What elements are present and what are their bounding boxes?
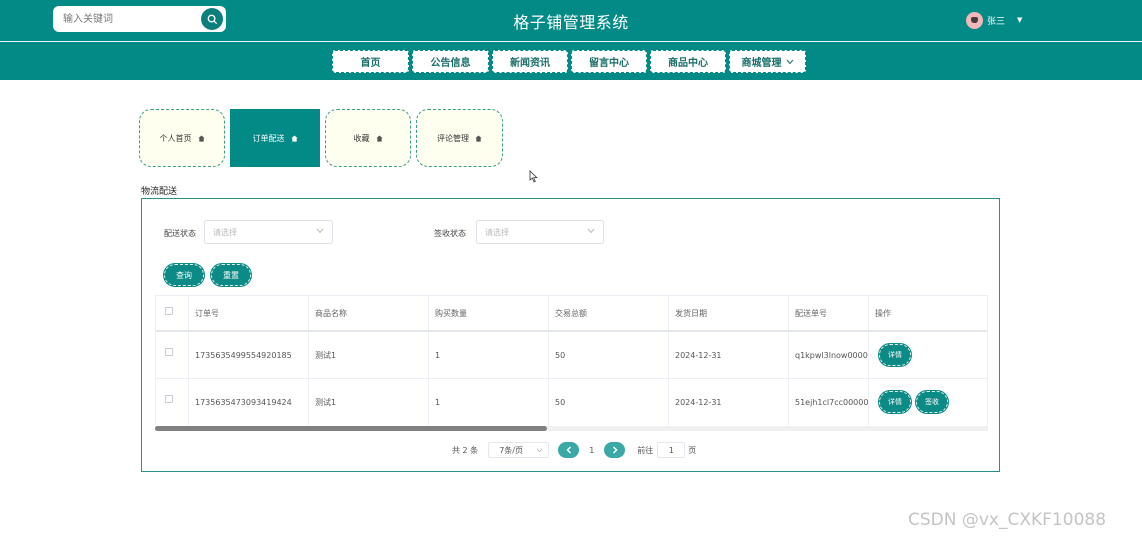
chevron-left-icon [566,446,571,454]
tab-label: 评论管理 [437,133,469,143]
nav-item-notices[interactable]: 公告信息 [412,50,489,73]
home-icon [197,134,205,142]
page-suffix: 页 [688,445,697,455]
home-icon [475,134,482,142]
ship-date-cell: 2024-12-31 [669,379,789,425]
nav-item-home[interactable]: 首页 [332,50,409,73]
row-checkbox[interactable] [165,348,173,356]
tracking-no-cell: 51ejh1cl7cc00000 [789,379,869,425]
caret-down-icon[interactable]: ▼ [1017,16,1022,24]
table-row: 1735635499554920185 测试1 1 50 2024-12-31 … [156,332,987,379]
column-header[interactable]: 配送单号 [789,296,869,330]
nav-item-mall-admin[interactable]: 商城管理 [729,50,806,73]
row-select-cell [156,379,189,425]
product-cell: 测试1 [309,379,429,425]
total-count: 共 2 条 [452,445,479,455]
tab-comments[interactable]: 评论管理 [416,109,503,167]
qty-cell: 1 [429,332,549,378]
product-cell: 测试1 [309,332,429,378]
row-checkbox[interactable] [165,395,173,403]
mouse-cursor-icon [529,170,538,183]
section-title: 物流配送 [141,187,178,197]
tab-label: 个人首页 [159,133,192,143]
column-header[interactable]: 订单号 [189,296,309,330]
total-cell: 50 [549,332,669,378]
user-name[interactable]: 张三 [987,14,1005,27]
orders-table: 订单号 商品名称 购买数量 交易总额 发货日期 配送单号 操作 17356354… [155,295,988,425]
chevron-down-icon [786,59,793,64]
delivery-status-select[interactable]: 请选择 [204,220,333,244]
nav-item-label: 首页 [360,58,381,69]
receipt-status-select[interactable]: 请选择 [476,220,604,244]
nav-item-label: 新闻资讯 [510,58,550,69]
logistics-panel: 配送状态 请选择 签收状态 请选择 查询 重置 订单号 商品名称 购买数量 交易… [141,198,1000,472]
prev-page-button[interactable] [558,442,580,458]
sign-receipt-button[interactable]: 签收 [916,391,948,413]
home-icon [375,134,383,142]
tab-order-delivery[interactable]: 订单配送 [230,109,320,167]
nav-item-products[interactable]: 商品中心 [650,50,726,73]
pagination: 共 2 条 7条/页 1 前往 页 [452,442,696,458]
nav-item-label: 公告信息 [430,58,471,69]
column-header[interactable]: 购买数量 [429,296,549,330]
reset-button[interactable]: 重置 [211,264,251,286]
detail-button[interactable]: 详情 [879,344,911,366]
top-header: 格子铺管理系统 张三 ▼ 首页 公告信息 新闻资讯 留言中心 商品中心 商城管理 [0,0,1142,80]
table-header-row: 订单号 商品名称 购买数量 交易总额 发货日期 配送单号 操作 [156,295,987,332]
current-page[interactable]: 1 [589,446,594,455]
tab-profile[interactable]: 个人首页 [139,109,225,167]
tab-label: 收藏 [353,133,370,143]
query-button[interactable]: 查询 [164,264,204,286]
home-icon [290,134,298,142]
chevron-right-icon [612,446,618,454]
watermark: CSDN @vx_CXKF10088 [908,510,1107,530]
column-header: 操作 [875,308,891,318]
select-placeholder: 请选择 [485,227,509,237]
actions-cell: 详情 [869,332,969,378]
select-all-checkbox[interactable] [165,307,173,315]
ship-date-cell: 2024-12-31 [669,332,789,378]
chevron-down-icon [587,228,595,234]
column-header[interactable]: 发货日期 [669,296,789,330]
nav-item-news[interactable]: 新闻资讯 [492,50,568,73]
qty-cell: 1 [429,379,549,425]
user-menu[interactable]: 张三 ▼ [966,11,1022,29]
avatar[interactable] [966,11,983,29]
row-select-cell [156,332,189,378]
select-all-cell [156,296,189,330]
select-placeholder: 请选择 [213,227,237,237]
nav-item-messages[interactable]: 留言中心 [571,50,647,73]
detail-button[interactable]: 详情 [879,391,911,413]
delivery-status-label: 配送状态 [164,229,196,238]
chevron-down-icon [536,448,543,453]
main-nav: 首页 公告信息 新闻资讯 留言中心 商品中心 商城管理 [332,50,806,73]
receipt-status-label: 签收状态 [434,229,466,238]
tracking-no-cell: q1kpwl3lnow00000 [789,332,869,378]
page-size-value: 7条/页 [499,445,523,455]
horizontal-scrollbar[interactable] [155,426,988,431]
tab-label: 订单配送 [252,133,285,143]
total-cell: 50 [549,379,669,425]
order-no-cell: 1735635499554920185 [189,332,309,378]
column-header[interactable]: 商品名称 [309,296,429,330]
center-tabs: 个人首页 订单配送 收藏 评论管理 [139,109,503,167]
goto-page-input[interactable] [657,442,686,458]
next-page-button[interactable] [604,442,626,458]
order-no-cell: 1735635473093419424 [189,379,309,425]
header-divider [0,41,1142,42]
scrollbar-thumb[interactable] [155,426,547,431]
table-row: 1735635473093419424 测试1 1 50 2024-12-31 … [156,379,987,425]
tab-favorites[interactable]: 收藏 [325,109,411,167]
chevron-down-icon [316,228,324,234]
nav-item-label: 商品中心 [668,58,708,69]
nav-item-label: 留言中心 [589,58,629,69]
actions-cell: 详情 签收 [869,379,969,425]
column-header[interactable]: 交易总额 [549,296,669,330]
page-size-select[interactable]: 7条/页 [488,442,550,458]
goto-label: 前往 [637,445,654,455]
nav-item-label: 商城管理 [741,58,782,69]
